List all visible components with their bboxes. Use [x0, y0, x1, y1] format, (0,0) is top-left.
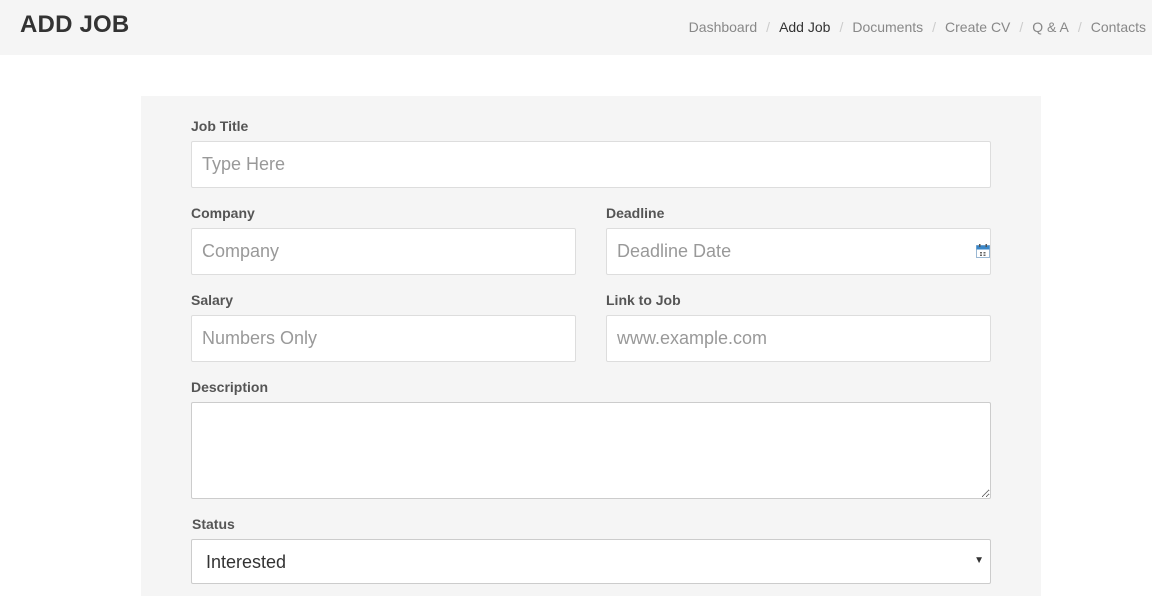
page-title: ADD JOB [20, 11, 130, 38]
breadcrumb-separator: / [1019, 19, 1024, 35]
company-label: Company [191, 205, 255, 221]
status-label: Status [192, 516, 235, 532]
salary-input[interactable] [191, 315, 576, 362]
salary-label: Salary [191, 292, 234, 308]
add-job-form-panel: Job Title Company Deadline Salary Link t… [141, 96, 1041, 596]
job-title-input[interactable] [191, 141, 991, 188]
breadcrumb-separator: / [766, 19, 771, 35]
status-select[interactable]: Interested ▼ [191, 539, 991, 584]
breadcrumb-separator: / [839, 19, 844, 35]
company-input[interactable] [191, 228, 576, 275]
status-selected-value: Interested [206, 552, 287, 572]
breadcrumb-contacts[interactable]: Contacts [1091, 19, 1146, 35]
breadcrumb: Dashboard / Add Job / Documents / Create… [689, 19, 1146, 35]
breadcrumb-separator: / [932, 19, 937, 35]
breadcrumb-qa[interactable]: Q & A [1032, 19, 1069, 35]
top-header: ADD JOB Dashboard / Add Job / Documents … [0, 0, 1152, 55]
breadcrumb-dashboard[interactable]: Dashboard [689, 19, 758, 35]
link-to-job-input[interactable] [606, 315, 991, 362]
breadcrumb-documents[interactable]: Documents [852, 19, 923, 35]
description-textarea[interactable] [191, 402, 991, 499]
link-to-job-label: Link to Job [606, 292, 681, 308]
chevron-down-icon: ▼ [974, 555, 984, 566]
calendar-icon[interactable] [976, 244, 990, 258]
breadcrumb-add-job[interactable]: Add Job [779, 19, 830, 35]
deadline-label: Deadline [606, 205, 665, 221]
breadcrumb-separator: / [1077, 19, 1082, 35]
job-title-label: Job Title [191, 118, 249, 134]
description-label: Description [191, 379, 269, 395]
breadcrumb-create-cv[interactable]: Create CV [945, 19, 1010, 35]
deadline-input[interactable] [606, 228, 991, 275]
